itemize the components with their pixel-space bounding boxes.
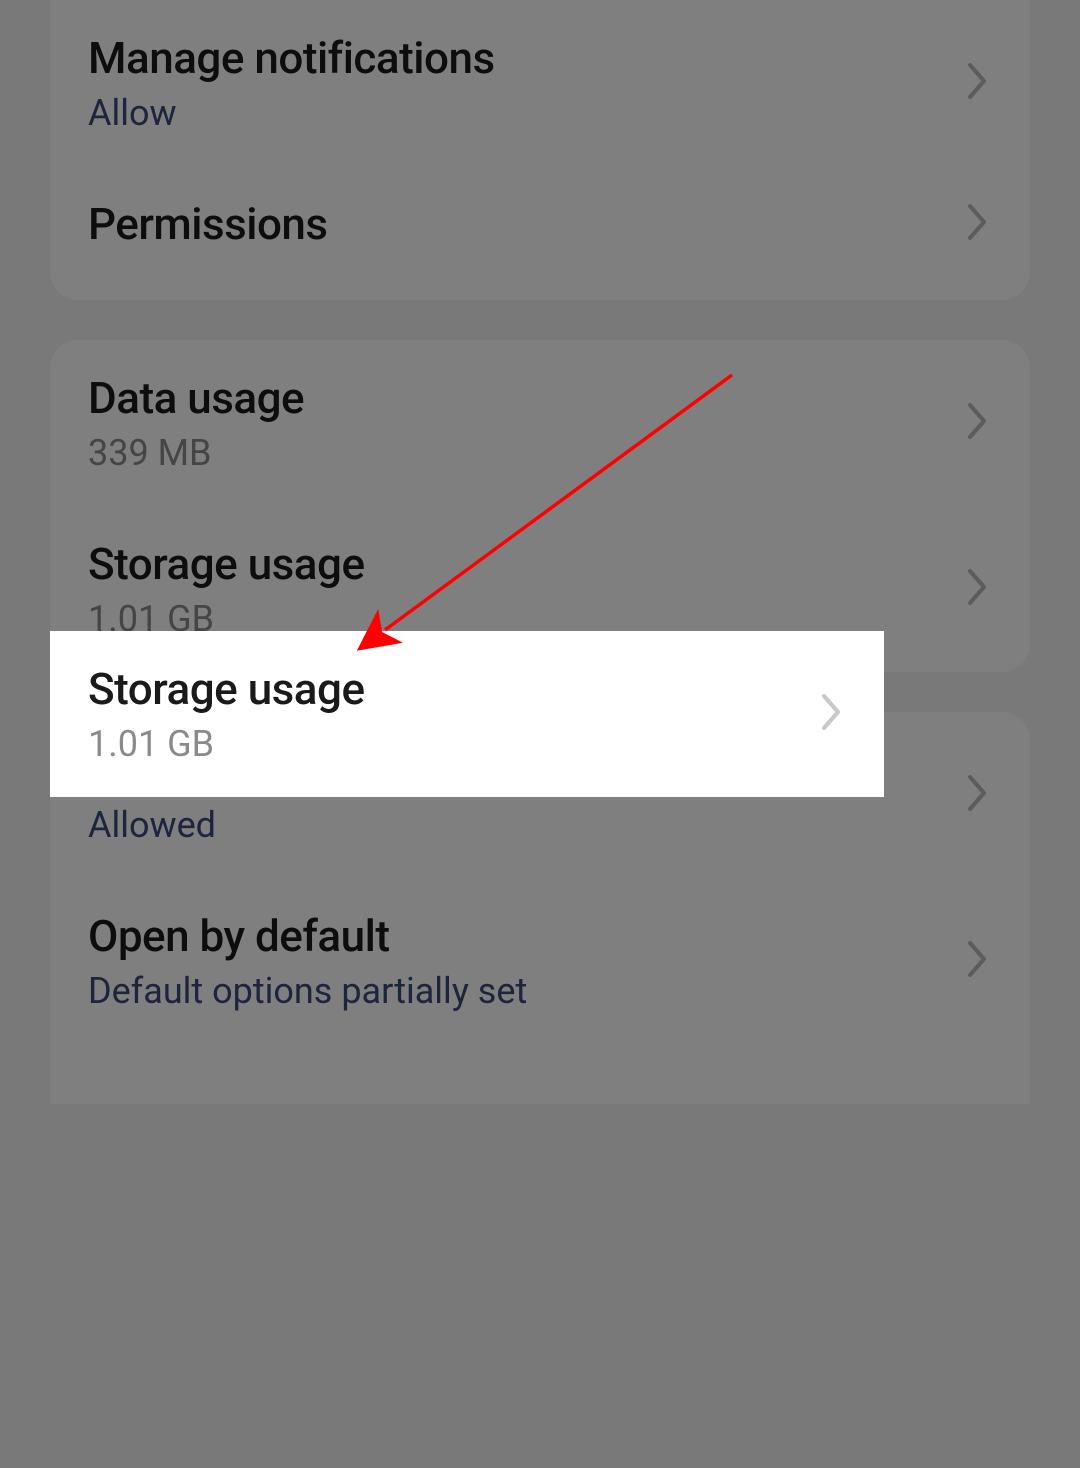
row-text: Data usage 339 MB	[88, 372, 304, 474]
row-subtitle: Allow	[88, 92, 495, 134]
settings-group-1: Manage notifications Allow Permissions	[50, 0, 1030, 300]
manage-notifications-row[interactable]: Manage notifications Allow	[50, 0, 1030, 166]
storage-usage-row[interactable]: Storage usage 1.01 GB	[50, 631, 884, 797]
chevron-right-icon	[964, 771, 992, 819]
row-title: Manage notifications	[88, 32, 495, 84]
row-subtitle: 339 MB	[88, 432, 304, 474]
chevron-right-icon	[964, 59, 992, 107]
row-subtitle: Default options partially set	[88, 970, 527, 1012]
row-text: Storage usage 1.01 GB	[88, 663, 365, 765]
settings-group-2: Data usage 339 MB Storage usage 1.01 GB	[50, 340, 1030, 672]
chevron-right-icon	[964, 937, 992, 985]
row-title: Data usage	[88, 372, 304, 424]
row-text: Permissions	[88, 198, 328, 250]
chevron-right-icon	[964, 399, 992, 447]
row-text: Open by default Default options partiall…	[88, 910, 527, 1012]
row-title: Storage usage	[88, 538, 365, 590]
row-title: Open by default	[88, 910, 527, 962]
row-title: Storage usage	[88, 663, 365, 715]
row-subtitle: Allowed	[88, 804, 537, 846]
row-subtitle: 1.01 GB	[88, 723, 365, 765]
chevron-right-icon	[818, 690, 846, 738]
permissions-row[interactable]: Permissions	[50, 166, 1030, 282]
open-by-default-row[interactable]: Open by default Default options partiall…	[50, 878, 1030, 1044]
row-text: Storage usage 1.01 GB	[88, 538, 365, 640]
row-text: Manage notifications Allow	[88, 32, 495, 134]
chevron-right-icon	[964, 200, 992, 248]
data-usage-row[interactable]: Data usage 339 MB	[50, 340, 1030, 506]
row-title: Permissions	[88, 198, 328, 250]
chevron-right-icon	[964, 565, 992, 613]
